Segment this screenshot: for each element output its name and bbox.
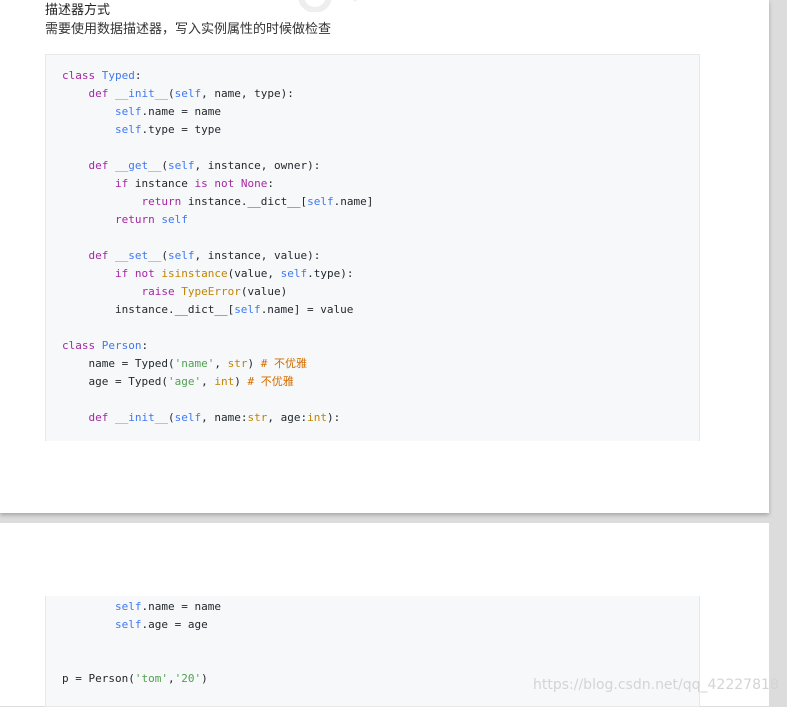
code-text: self.name = name self.age = age p = Pers… (62, 600, 221, 685)
section-description: 需要使用数据描述器，写入实例属性的时候做检查 (45, 22, 332, 37)
code-text: class Typed: def __init__(self, name, ty… (62, 69, 374, 424)
code-block-part-1: class Typed: def __init__(self, name, ty… (45, 54, 700, 441)
document-page-1: 描述器方式 需要使用数据描述器，写入实例属性的时候做检查 class Typed… (0, 0, 769, 513)
site-watermark: https://blog.csdn.net/qq_42227818 (533, 677, 779, 693)
document-page-2: self.name = name self.age = age p = Pers… (0, 523, 779, 707)
section-heading: 描述器方式 (45, 3, 111, 18)
csdn-logo-watermark (298, 0, 358, 12)
